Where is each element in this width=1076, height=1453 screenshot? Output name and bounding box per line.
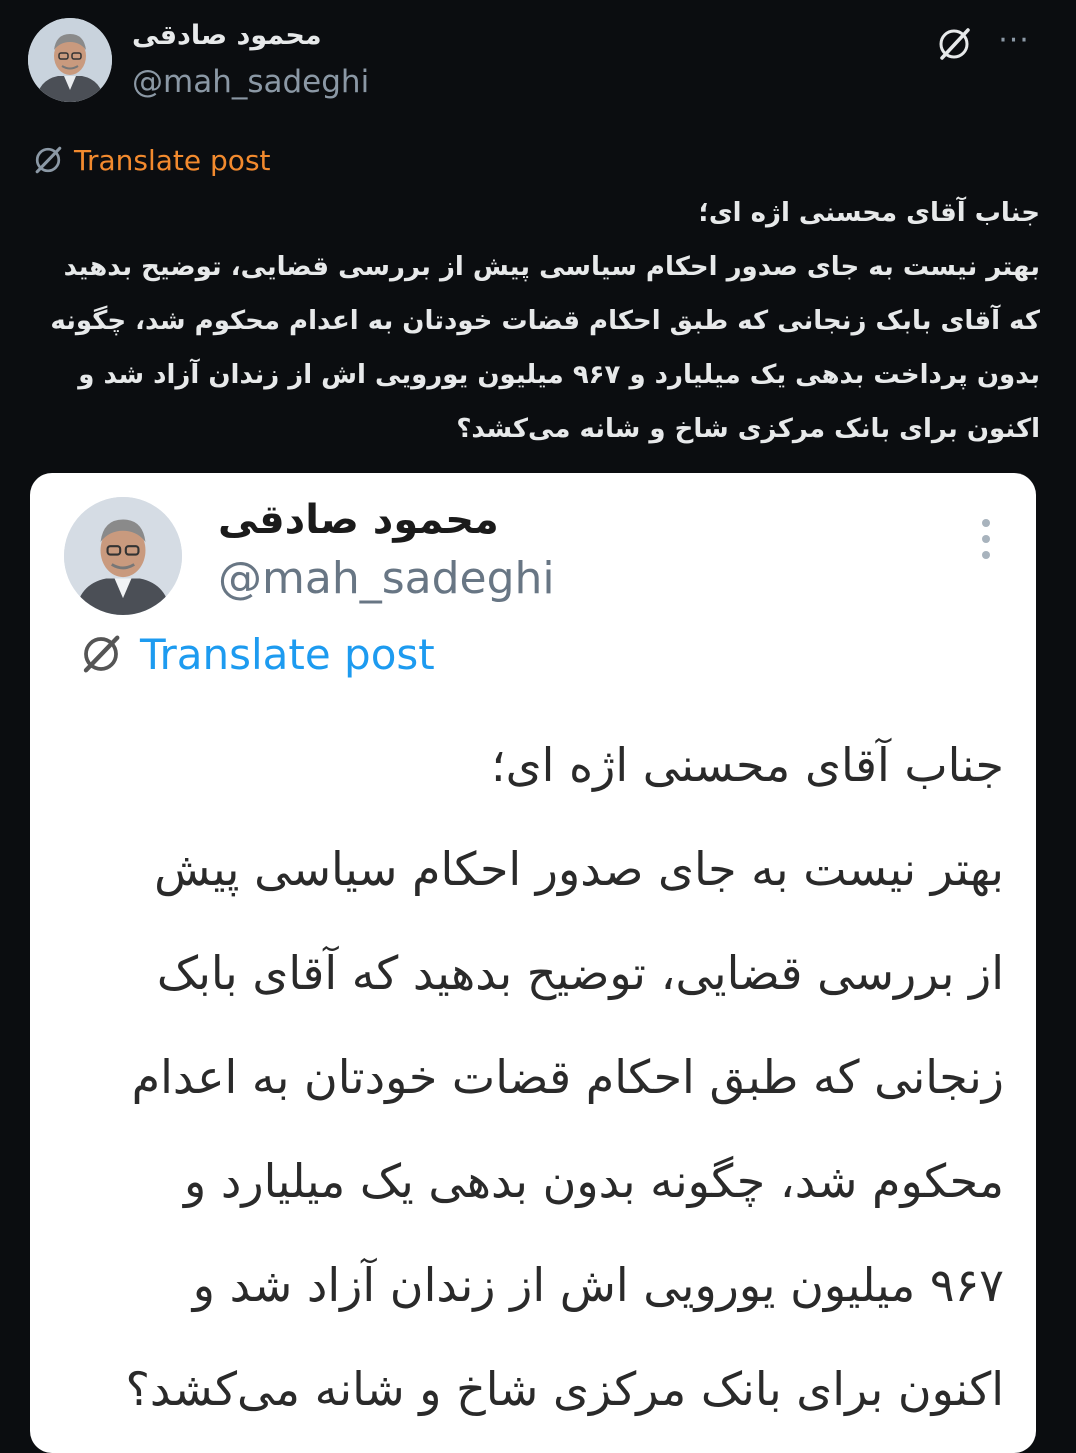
vertical-more-icon [976,519,996,569]
post-header: محمود صادقی @mah_sadeghi ··· [28,18,1048,108]
more-dots-icon[interactable]: ··· [994,24,1034,64]
embedded-translate-label: Translate post [140,629,435,679]
embedded-author-handle: @mah_sadeghi [218,553,555,604]
post-text: جناب آقای محسنی اژه ای؛ بهتر نیست به جای… [50,198,1040,444]
grok-slash-icon [76,629,126,679]
author-avatar[interactable] [28,18,112,102]
grok-slash-icon [30,142,66,178]
translate-post-button[interactable]: Translate post [30,140,271,180]
embedded-post-text: جناب آقای محسنی اژه ای؛ بهتر نیست به جای… [125,738,1004,1416]
embedded-translate-post: Translate post [76,629,435,679]
author-handle[interactable]: @mah_sadeghi [132,64,369,100]
post-media-image[interactable]: محمود صادقی @mah_sadeghi Translate post … [30,473,1036,1453]
author-name[interactable]: محمود صادقی [132,20,322,51]
embedded-author-name: محمود صادقی [218,497,499,543]
translate-post-label: Translate post [74,143,271,177]
grok-slash-icon[interactable] [934,24,974,64]
embedded-author-avatar [64,497,182,615]
